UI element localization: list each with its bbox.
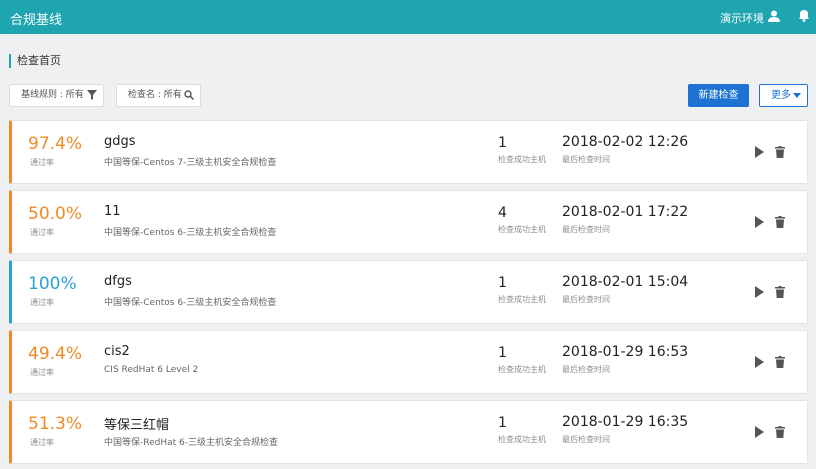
host-count-label: 检查成功主机 [498, 295, 546, 304]
host-count: 1 [498, 345, 507, 361]
last-check-time: 2018-02-01 17:22 [562, 204, 689, 220]
check-card[interactable]: 50.0% 通过率 11 中国等保-Centos 6-三级主机安全合规检查 4 … [9, 190, 808, 254]
check-card[interactable]: 97.4% 通过率 gdgs 中国等保-Centos 7-三级主机安全合规检查 … [9, 120, 808, 184]
check-baseline: 中国等保-RedHat 6-三级主机安全合规检查 [104, 438, 278, 448]
trash-icon[interactable] [775, 216, 785, 228]
host-count: 1 [498, 415, 507, 431]
new-check-button[interactable]: 新建检查 [688, 84, 749, 107]
last-check-time: 2018-02-02 12:26 [562, 134, 689, 150]
user-icon[interactable] [768, 10, 780, 22]
more-button-label: 更多 [771, 90, 791, 101]
host-count: 4 [498, 205, 507, 221]
check-card[interactable]: 49.4% 通过率 cis2 CIS RedHat 6 Level 2 1 检查… [9, 330, 808, 394]
pass-rate: 50.0% [28, 204, 83, 224]
pass-rate-label: 通过率 [30, 228, 54, 237]
host-count-label: 检查成功主机 [498, 225, 546, 234]
check-name[interactable]: dfgs [104, 274, 132, 289]
rule-filter[interactable]: 基线规则 : 所有 [9, 84, 104, 107]
bell-icon[interactable] [798, 9, 810, 22]
host-count-label: 检查成功主机 [498, 155, 546, 164]
last-check-time: 2018-01-29 16:53 [562, 344, 689, 360]
trash-icon[interactable] [775, 146, 785, 158]
last-check-time-label: 最后检查时间 [562, 295, 610, 304]
check-card[interactable]: 100% 通过率 dfgs 中国等保-Centos 6-三级主机安全合规检查 1… [9, 260, 808, 324]
pass-rate-label: 通过率 [30, 438, 54, 447]
pass-rate: 100% [28, 274, 77, 294]
last-check-time: 2018-01-29 16:35 [562, 414, 689, 430]
trash-icon[interactable] [775, 426, 785, 438]
host-count-label: 检查成功主机 [498, 365, 546, 374]
check-baseline: 中国等保-Centos 6-三级主机安全合规检查 [104, 298, 277, 308]
check-name[interactable]: 等保三红帽 [104, 414, 169, 433]
host-count: 1 [498, 275, 507, 291]
trash-icon[interactable] [775, 286, 785, 298]
caret-down-icon [793, 93, 801, 98]
name-filter-label: 检查名 : 所有 [128, 90, 182, 100]
last-check-time-label: 最后检查时间 [562, 365, 610, 374]
play-icon[interactable] [754, 426, 764, 438]
check-name[interactable]: 11 [104, 204, 121, 219]
host-count-label: 检查成功主机 [498, 435, 546, 444]
last-check-time: 2018-02-01 15:04 [562, 274, 689, 290]
app-title: 合规基线 [10, 13, 63, 28]
check-name[interactable]: cis2 [104, 344, 130, 359]
trash-icon[interactable] [775, 356, 785, 368]
more-button[interactable]: 更多 [759, 84, 808, 107]
pass-rate: 97.4% [28, 134, 83, 154]
search-icon [184, 90, 194, 100]
check-card[interactable]: 51.3% 通过率 等保三红帽 中国等保-RedHat 6-三级主机安全合规检查… [9, 400, 808, 464]
last-check-time-label: 最后检查时间 [562, 435, 610, 444]
rule-filter-label: 基线规则 : 所有 [21, 90, 84, 100]
last-check-time-label: 最后检查时间 [562, 155, 610, 164]
pass-rate-label: 通过率 [30, 158, 54, 167]
pass-rate-label: 通过率 [30, 298, 54, 307]
host-count: 1 [498, 135, 507, 151]
check-name[interactable]: gdgs [104, 134, 136, 149]
play-icon[interactable] [754, 286, 764, 298]
check-baseline: 中国等保-Centos 7-三级主机安全合规检查 [104, 158, 277, 168]
environment-label[interactable]: 演示环境 [720, 10, 764, 26]
page-title: 检查首页 [9, 54, 61, 68]
name-filter[interactable]: 检查名 : 所有 [116, 84, 201, 107]
play-icon[interactable] [754, 216, 764, 228]
check-baseline: CIS RedHat 6 Level 2 [104, 365, 199, 375]
pass-rate: 49.4% [28, 344, 83, 364]
check-baseline: 中国等保-Centos 6-三级主机安全合规检查 [104, 228, 277, 238]
play-icon[interactable] [754, 356, 764, 368]
pass-rate: 51.3% [28, 414, 83, 434]
pass-rate-label: 通过率 [30, 368, 54, 377]
top-bar: 合规基线 演示环境 [0, 0, 816, 34]
filter-icon [87, 90, 97, 100]
last-check-time-label: 最后检查时间 [562, 225, 610, 234]
play-icon[interactable] [754, 146, 764, 158]
